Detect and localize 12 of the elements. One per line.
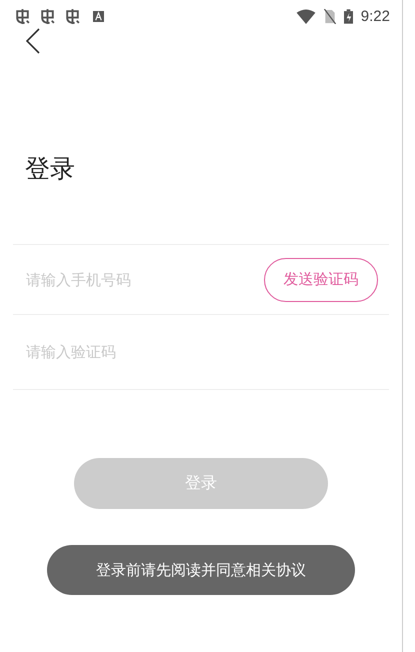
notification-icon (39, 8, 56, 24)
notification-icon (14, 8, 31, 24)
status-time: 9:22 (360, 8, 390, 24)
keyboard-icon (93, 10, 104, 22)
wifi-icon (296, 8, 316, 24)
battery-icon (344, 8, 353, 24)
back-icon[interactable] (26, 28, 40, 54)
notification-icon (64, 8, 81, 24)
send-code-button[interactable]: 发送验证码 (264, 258, 378, 302)
page-title: 登录 (25, 153, 76, 185)
no-sim-icon (324, 8, 336, 24)
toast-message: 登录前请先阅读并同意相关协议 (47, 545, 355, 595)
